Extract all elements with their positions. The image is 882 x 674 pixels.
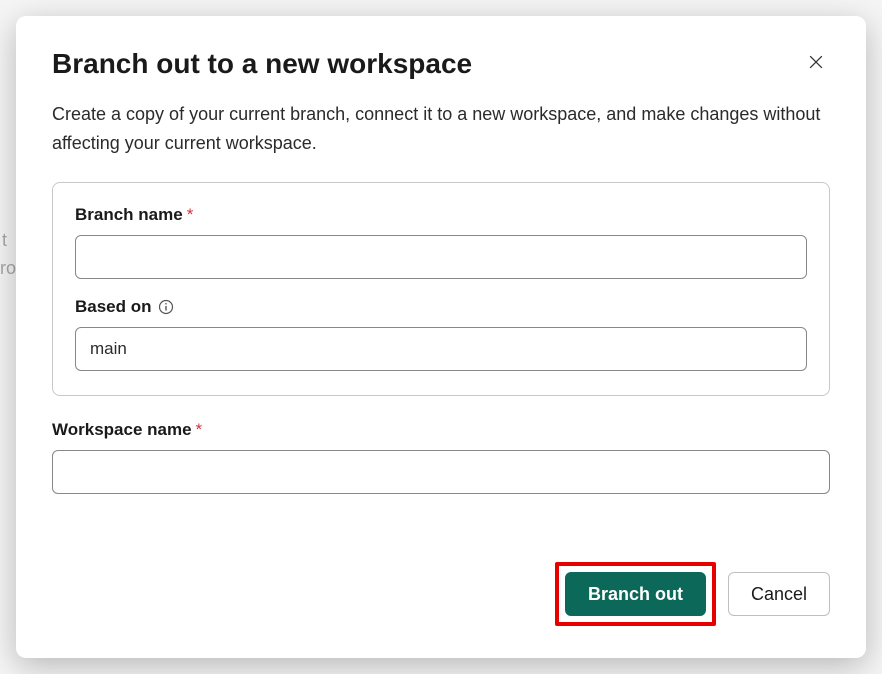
workspace-name-label: Workspace name * bbox=[52, 420, 830, 440]
branch-settings-group: Branch name * Based on bbox=[52, 182, 830, 396]
info-icon[interactable] bbox=[158, 299, 174, 315]
branch-out-dialog: Branch out to a new workspace Create a c… bbox=[16, 16, 866, 658]
cancel-button[interactable]: Cancel bbox=[728, 572, 830, 616]
branch-name-label: Branch name * bbox=[75, 205, 807, 225]
dialog-title: Branch out to a new workspace bbox=[52, 48, 472, 80]
based-on-label-text: Based on bbox=[75, 297, 152, 317]
close-button[interactable] bbox=[802, 48, 830, 79]
primary-action-highlight: Branch out bbox=[555, 562, 716, 626]
required-indicator: * bbox=[187, 205, 194, 225]
workspace-name-field: Workspace name * bbox=[52, 420, 830, 494]
branch-name-input[interactable] bbox=[75, 235, 807, 279]
close-icon bbox=[806, 52, 826, 75]
workspace-name-label-text: Workspace name bbox=[52, 420, 192, 440]
branch-out-button[interactable]: Branch out bbox=[565, 572, 706, 616]
workspace-name-input[interactable] bbox=[52, 450, 830, 494]
based-on-input[interactable] bbox=[75, 327, 807, 371]
required-indicator: * bbox=[196, 420, 203, 440]
based-on-label: Based on bbox=[75, 297, 807, 317]
dialog-footer: Branch out Cancel bbox=[52, 562, 830, 626]
based-on-field: Based on bbox=[75, 297, 807, 371]
dialog-header: Branch out to a new workspace bbox=[52, 48, 830, 80]
branch-name-field: Branch name * bbox=[75, 205, 807, 279]
branch-name-label-text: Branch name bbox=[75, 205, 183, 225]
dialog-description: Create a copy of your current branch, co… bbox=[52, 100, 830, 158]
